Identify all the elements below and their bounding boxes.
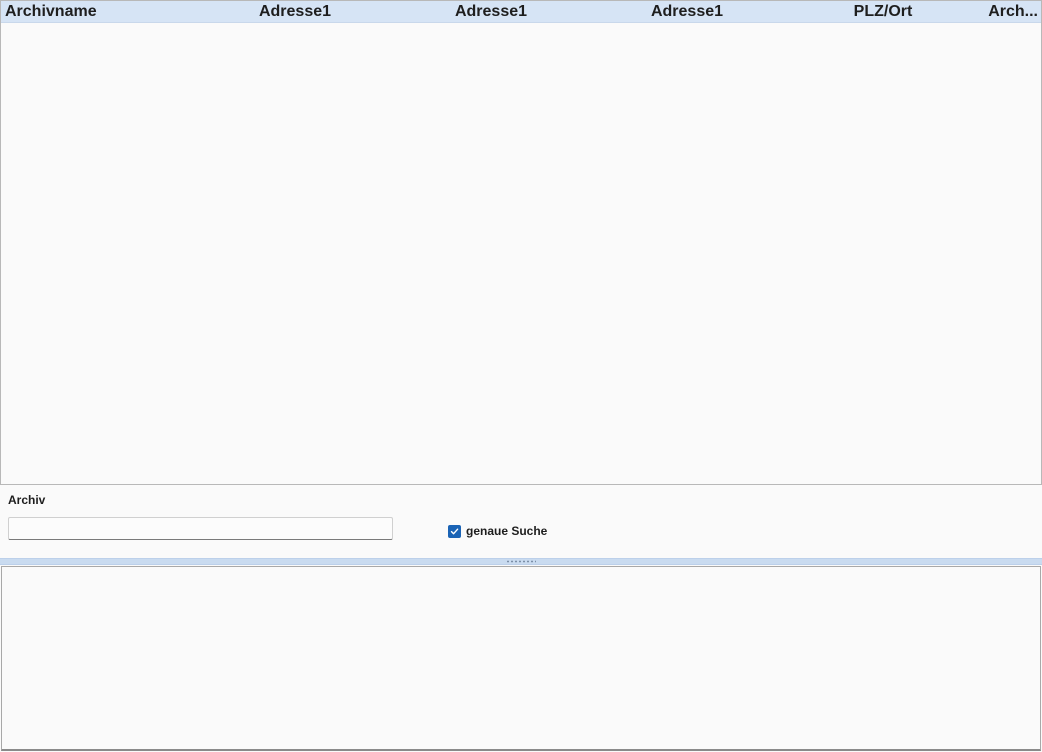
- archiv-label: Archiv: [8, 493, 46, 507]
- column-header-archiv[interactable]: Arch...: [981, 1, 1041, 22]
- column-header-adresse1[interactable]: Adresse1: [197, 1, 393, 22]
- exact-search-checkbox[interactable]: genaue Suche: [448, 524, 547, 538]
- column-header-archivname[interactable]: Archivname: [1, 1, 197, 22]
- column-header-plz-ort[interactable]: PLZ/Ort: [785, 1, 981, 22]
- table-body[interactable]: [1, 23, 1041, 484]
- column-header-adresse2[interactable]: Adresse1: [393, 1, 589, 22]
- archive-search-window: Archivname Adresse1 Adresse1 Adresse1 PL…: [0, 0, 1042, 752]
- detail-panel[interactable]: [1, 566, 1041, 751]
- archiv-input[interactable]: [8, 517, 393, 540]
- panel-splitter[interactable]: [0, 558, 1042, 565]
- column-header-adresse3[interactable]: Adresse1: [589, 1, 785, 22]
- table-header: Archivname Adresse1 Adresse1 Adresse1 PL…: [1, 1, 1041, 23]
- exact-search-label: genaue Suche: [466, 524, 548, 538]
- grip-icon[interactable]: [506, 560, 536, 563]
- check-icon[interactable]: [448, 524, 461, 538]
- results-table[interactable]: Archivname Adresse1 Adresse1 Adresse1 PL…: [0, 0, 1042, 485]
- filter-panel: Archiv genaue Suche: [0, 486, 1042, 558]
